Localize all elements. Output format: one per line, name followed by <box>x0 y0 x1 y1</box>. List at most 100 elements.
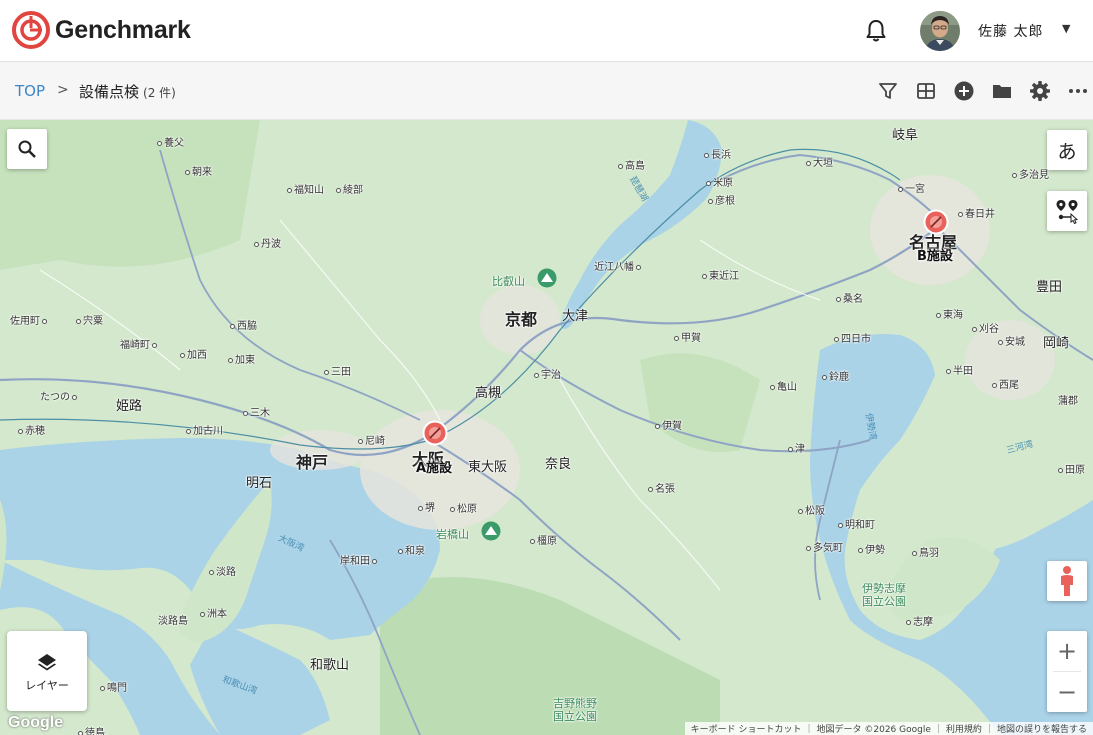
place-tahara: 田原 <box>1058 461 1085 476</box>
mountain-icon <box>481 521 501 541</box>
place-shiso: 宍粟 <box>76 312 103 327</box>
facility-label-b[interactable]: B施設 <box>917 245 953 264</box>
place-tatsuno: たつの <box>40 388 79 403</box>
grid-view-icon <box>917 83 935 99</box>
breadcrumb-separator: > <box>57 82 69 98</box>
place-meiwa: 明和町 <box>838 516 875 531</box>
place-takigawa: 多気町 <box>806 539 843 554</box>
zoom-in-button[interactable]: + <box>1047 631 1087 671</box>
place-kobe: 神戸 <box>296 453 329 472</box>
place-kameyama: 亀山 <box>770 378 797 393</box>
place-iga: 伊賀 <box>655 417 682 432</box>
grid-view-button[interactable] <box>914 79 938 103</box>
place-ako: 赤穂 <box>18 422 45 437</box>
report-error-link[interactable]: 地図の誤りを報告する <box>991 722 1093 735</box>
layer-label: レイヤー <box>25 679 69 692</box>
input-mode-button[interactable]: あ <box>1047 130 1087 170</box>
brand-name: Genchmark <box>55 15 191 44</box>
place-awaji: 淡路 <box>209 563 236 578</box>
place-matsusaka: 松阪 <box>798 502 825 517</box>
settings-icon <box>1030 81 1050 101</box>
place-awajishima: 淡路島 <box>158 616 188 627</box>
place-kasai: 加西 <box>180 346 207 361</box>
more-icon <box>1069 89 1087 93</box>
place-tsu: 津 <box>788 440 805 455</box>
place-takashima: 高島 <box>618 157 645 172</box>
facility-label-a[interactable]: A施設 <box>416 457 452 476</box>
map-pins-icon <box>1056 200 1079 224</box>
user-name[interactable]: 佐藤 太郎 <box>978 21 1043 41</box>
street-view-pegman[interactable] <box>1047 561 1087 601</box>
add-circle-icon <box>954 81 974 101</box>
place-suzuka: 鈴鹿 <box>822 368 849 383</box>
place-iwahashi: 岩橋山 <box>436 528 469 541</box>
place-sumoto: 洲本 <box>200 605 227 620</box>
place-takatsuki: 高槻 <box>475 386 502 401</box>
place-handa: 半田 <box>946 362 973 377</box>
map-search-button[interactable] <box>7 129 47 169</box>
place-matsubara: 松原 <box>450 500 477 515</box>
place-hiei: 比叡山 <box>492 275 525 288</box>
pegman-icon <box>1061 566 1073 596</box>
folder-button[interactable] <box>990 79 1014 103</box>
place-wakayama: 和歌山 <box>310 658 350 673</box>
map-data-credit: 地図データ ©2026 Google <box>816 725 931 735</box>
place-kuwana: 桑名 <box>836 290 863 305</box>
search-icon <box>18 140 36 158</box>
place-naruto: 鳴門 <box>100 679 127 694</box>
place-shima: 志摩 <box>906 613 933 628</box>
place-sakai: 堺 <box>418 499 435 514</box>
place-toba: 鳥羽 <box>912 544 939 559</box>
genchmark-logo-icon <box>12 11 50 49</box>
facility-marker-b[interactable] <box>923 209 949 235</box>
place-akashi: 明石 <box>246 476 273 491</box>
filter-button[interactable] <box>876 79 900 103</box>
place-kasugai: 春日井 <box>958 205 995 220</box>
place-kishiwada: 岸和田 <box>340 552 379 567</box>
facility-marker-a[interactable] <box>422 420 448 446</box>
user-menu-caret-icon[interactable]: ▼ <box>1062 22 1070 35</box>
page-title: 設備点検 (2 件) <box>79 81 176 102</box>
marker-cluster-button[interactable] <box>1047 191 1087 231</box>
place-miki: 三木 <box>243 404 270 419</box>
brand-logo[interactable]: Genchmark <box>11 10 191 50</box>
folder-icon <box>993 85 1011 98</box>
place-nagahama: 長浜 <box>704 146 731 161</box>
user-avatar[interactable] <box>920 11 960 51</box>
map-view[interactable]: 京都 神戸 大阪 名古屋 大津 高槻 奈良 東大阪 姫路 明石 和歌山 豊田 岡… <box>0 120 1093 735</box>
place-maibara: 米原 <box>706 174 733 189</box>
place-gifu: 岐阜 <box>892 128 919 143</box>
place-kashihara: 橿原 <box>530 532 557 547</box>
keyboard-shortcuts-link[interactable]: キーボード ショートカット <box>685 722 808 735</box>
terms-link[interactable]: 利用規約 <box>940 722 988 735</box>
place-tajimi: 多治見 <box>1012 166 1049 181</box>
settings-button[interactable] <box>1028 79 1052 103</box>
page-title-text: 設備点検 <box>79 83 140 101</box>
place-yoshino-park: 吉野熊野 国立公園 <box>553 697 597 723</box>
place-anjo: 安城 <box>998 333 1025 348</box>
google-logo[interactable]: Google <box>8 714 63 732</box>
place-koka: 甲賀 <box>674 329 701 344</box>
add-button[interactable] <box>952 79 976 103</box>
place-kato: 加東 <box>228 351 255 366</box>
place-toyota: 豊田 <box>1036 280 1063 295</box>
place-ise: 伊勢 <box>858 541 885 556</box>
breadcrumb-top-link[interactable]: TOP <box>15 82 45 100</box>
place-amagasaki: 尼崎 <box>358 432 385 447</box>
more-button[interactable] <box>1066 79 1090 103</box>
layer-button[interactable]: レイヤー <box>7 631 87 711</box>
place-asago: 朝来 <box>185 163 212 178</box>
user-photo <box>920 11 960 51</box>
place-nara: 奈良 <box>545 457 572 472</box>
place-omihachiman: 近江八幡 <box>594 258 643 273</box>
zoom-out-button[interactable]: − <box>1047 672 1087 712</box>
page-toolbar: TOP > 設備点検 (2 件) <box>0 62 1093 120</box>
place-gamagori: 蒲郡 <box>1058 396 1078 407</box>
notification-bell-icon[interactable] <box>862 17 890 45</box>
place-uji: 宇治 <box>534 366 561 381</box>
place-kyoto: 京都 <box>505 310 538 329</box>
place-higashiosaka: 東大阪 <box>468 460 508 475</box>
place-yokkaichi: 四日市 <box>834 330 871 345</box>
place-iseshima-park: 伊勢志摩 国立公園 <box>862 582 906 608</box>
place-ogaki: 大垣 <box>806 154 833 169</box>
